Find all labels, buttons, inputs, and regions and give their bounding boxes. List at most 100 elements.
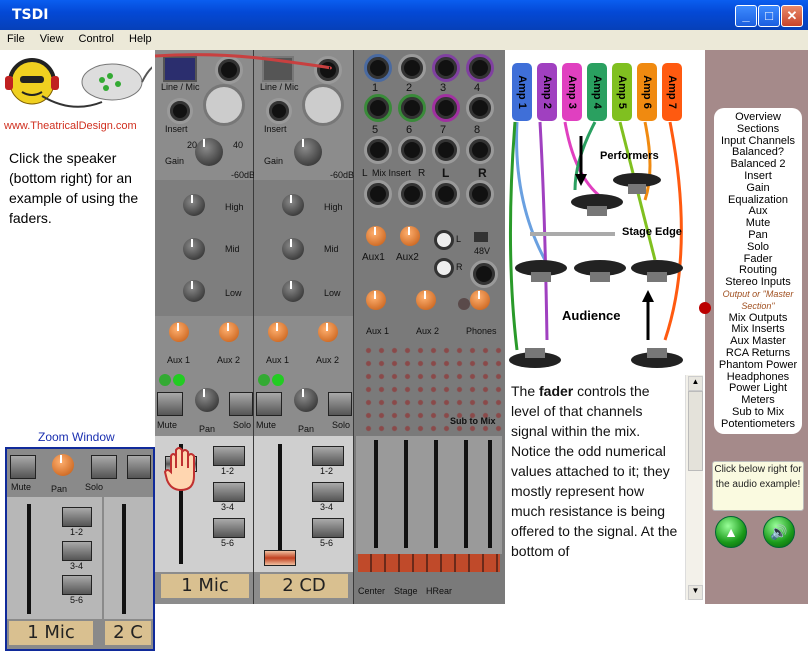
mute-button[interactable] — [256, 392, 282, 416]
rca-l-icon[interactable] — [434, 230, 454, 250]
close-button[interactable]: ✕ — [781, 5, 803, 27]
aux2-knob[interactable] — [219, 322, 239, 342]
zoom-mute-button — [10, 455, 36, 479]
menu-view[interactable]: View — [33, 30, 69, 45]
hrear-label: HRear — [426, 586, 453, 596]
topic-link[interactable]: Gain — [714, 182, 802, 195]
solo-button[interactable] — [328, 392, 352, 416]
jack-icon[interactable] — [466, 54, 494, 82]
jack-icon[interactable] — [364, 54, 392, 82]
master-fader-caps[interactable] — [358, 554, 500, 572]
pan-knob[interactable] — [195, 388, 219, 412]
aux-master-1-label: Aux 1 — [366, 326, 390, 336]
eq-mid-knob[interactable] — [183, 238, 205, 260]
scroll-thumb[interactable] — [688, 391, 703, 471]
eq-high-label: High — [324, 202, 343, 212]
mute-button[interactable] — [157, 392, 183, 416]
topic-subtitle: Output or "Master Section" — [722, 288, 794, 311]
topic-link[interactable]: Stereo Inputs — [714, 276, 802, 289]
gain-knob[interactable] — [294, 138, 322, 166]
zoom-scribble-strip: 1 Mic — [9, 621, 93, 645]
phones-knob[interactable] — [470, 290, 490, 310]
gain-knob[interactable] — [195, 138, 223, 166]
topic-link[interactable]: Sections — [714, 123, 802, 136]
phantom-switch[interactable] — [474, 232, 488, 242]
power-led-icon — [458, 298, 470, 310]
topic-link[interactable]: Pan — [714, 229, 802, 242]
xlr-input-icon[interactable] — [302, 84, 344, 126]
scroll-down-icon[interactable]: ▼ — [688, 585, 703, 600]
group-5-6-button[interactable] — [213, 518, 245, 538]
fader-track — [404, 440, 408, 548]
xlr-input-icon[interactable] — [203, 84, 245, 126]
fader-cap[interactable] — [264, 550, 296, 566]
eq-high-knob[interactable] — [282, 194, 304, 216]
topic-link[interactable]: Solo — [714, 241, 802, 254]
insert-jack-icon[interactable] — [266, 98, 292, 124]
jack-icon[interactable] — [466, 94, 494, 122]
minimize-button[interactable]: _ — [735, 5, 757, 27]
site-link[interactable]: www.TheatricalDesign.com — [4, 120, 137, 132]
jack-icon[interactable] — [398, 136, 426, 164]
jack-icon[interactable] — [466, 136, 494, 164]
jack-icon[interactable] — [398, 54, 426, 82]
jack-icon[interactable] — [432, 54, 460, 82]
aux-return-2-knob[interactable] — [400, 226, 420, 246]
menu-control[interactable]: Control — [72, 30, 119, 45]
topic-link[interactable]: Sub to Mix — [714, 406, 802, 419]
eject-up-button[interactable]: ▲ — [715, 516, 747, 548]
fader-track — [278, 444, 282, 564]
aux1-knob[interactable] — [169, 322, 189, 342]
eq-low-knob[interactable] — [183, 280, 205, 302]
description-text: The fader controls the level of that cha… — [511, 381, 681, 561]
group-3-4-label: 3-4 — [320, 502, 334, 512]
group-5-6-button[interactable] — [312, 518, 344, 538]
aux-master-2-knob[interactable] — [416, 290, 436, 310]
jack-icon[interactable] — [432, 94, 460, 122]
eq-mid-knob[interactable] — [282, 238, 304, 260]
green-led-icon — [159, 374, 171, 386]
aux-return-1-knob[interactable] — [366, 226, 386, 246]
jack-icon[interactable] — [364, 180, 392, 208]
eq-high-knob[interactable] — [183, 194, 205, 216]
aux2-knob[interactable] — [318, 322, 338, 342]
topic-link[interactable]: RCA Returns — [714, 347, 802, 360]
rca-r-icon[interactable] — [434, 258, 454, 278]
solo-button[interactable] — [229, 392, 253, 416]
group-3-4-button[interactable] — [312, 482, 344, 502]
stage-diagram: Amp 1 Amp 2 Amp 3 Amp 4 Amp 5 Amp 6 Amp 7 Perf… — [505, 50, 705, 375]
phones-jack-icon[interactable] — [470, 260, 498, 288]
pan-knob[interactable] — [294, 388, 318, 412]
zoom-pan-label: Pan — [51, 484, 68, 494]
topic-link[interactable]: Insert — [714, 170, 802, 183]
group-1-2-button[interactable] — [213, 446, 245, 466]
aux1-knob[interactable] — [268, 322, 288, 342]
zoom-group-label: 3-4 — [70, 561, 84, 571]
menu-help[interactable]: Help — [122, 30, 157, 45]
aux-master-1-knob[interactable] — [366, 290, 386, 310]
speaker-button[interactable]: 🔊 — [763, 516, 795, 548]
maximize-button[interactable]: □ — [758, 5, 780, 27]
channel-strip-2: Line / Mic Insert Gain -60dBu High Mid L… — [254, 50, 359, 604]
group-1-2-button[interactable] — [312, 446, 344, 466]
jack-icon[interactable] — [466, 180, 494, 208]
jack-icon[interactable] — [398, 180, 426, 208]
jack-icon[interactable] — [364, 94, 392, 122]
eq-mid-label: Mid — [324, 244, 339, 254]
jack-icon[interactable] — [432, 180, 460, 208]
description-scrollbar[interactable]: ▲ ▼ — [685, 375, 703, 600]
audience-label: Audience — [562, 308, 621, 323]
insert-jack-icon[interactable] — [167, 98, 193, 124]
menu-file[interactable]: File — [0, 30, 30, 45]
topic-link[interactable]: Phantom Power — [714, 359, 802, 372]
scroll-up-icon[interactable]: ▲ — [688, 376, 703, 391]
eq-low-knob[interactable] — [282, 280, 304, 302]
hand-pointer-icon — [163, 447, 195, 492]
jack-icon[interactable] — [432, 136, 460, 164]
topic-link[interactable]: Potentiometers — [714, 418, 802, 431]
group-3-4-button[interactable] — [213, 482, 245, 502]
output-number: 4 — [474, 82, 481, 94]
jack-icon[interactable] — [398, 94, 426, 122]
jack-icon[interactable] — [364, 136, 392, 164]
zoom-group-button — [62, 541, 92, 561]
